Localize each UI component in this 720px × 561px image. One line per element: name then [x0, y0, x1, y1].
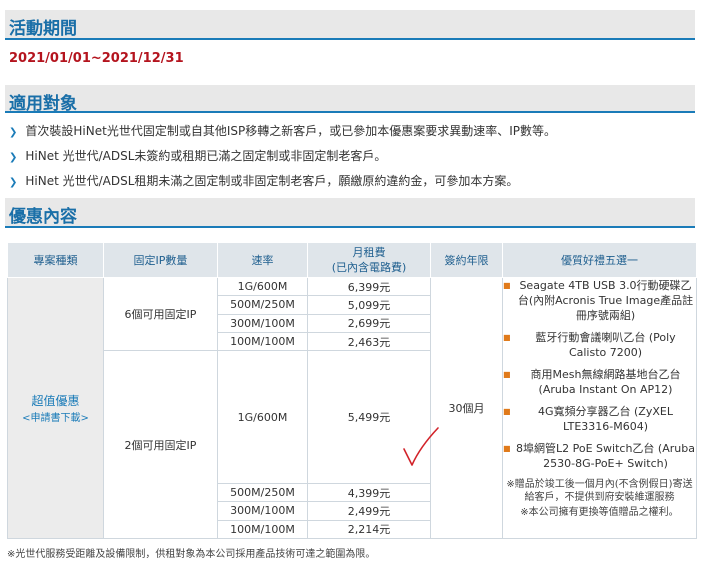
speed-cell: 300M/100M — [217, 501, 308, 521]
eligibility-item-text: HiNet 光世代/ADSL租期未滿之固定制或非固定制老客戶，願繳原約違約金，可… — [25, 174, 519, 188]
offer-table: 專案種類 固定IP數量 速率 月租費 (已內含電路費) 簽約年限 優質好禮五選一… — [7, 242, 697, 540]
plan-name: 超值優惠 — [31, 394, 80, 408]
ip-count-cell: 6個可用固定IP — [103, 276, 218, 352]
chevron-right-icon: ❯ — [9, 177, 18, 188]
header-monthly-fee: 月租費 (已內含電路費) — [307, 242, 431, 278]
fee-cell: 6,399元 — [307, 276, 431, 297]
eligibility-item-text: 首次裝設HiNet光世代固定制或自其他ISP移轉之新客戶，或已參加本優惠案要求異… — [25, 124, 556, 138]
speed-cell: 300M/100M — [217, 313, 308, 333]
header-fee-sublabel: (已內含電路費) — [331, 261, 407, 274]
ip-count-cell: 2個可用固定IP — [103, 350, 218, 539]
application-download-link[interactable]: <申請書下載> — [8, 409, 103, 424]
gift-item: ■ Seagate 4TB USB 3.0行動硬碟乙台(內附Acronis Tru… — [503, 278, 696, 323]
offer-title: 優惠內容 — [9, 207, 77, 227]
fee-cell: 5,099元 — [307, 295, 431, 315]
bullet-icon: ■ — [503, 444, 511, 453]
gift-note: ※贈品於竣工後一個月內(不含例假日)寄送給客戶，不提供到府安裝維運服務 — [506, 479, 693, 503]
header-speed: 速率 — [217, 242, 308, 278]
speed-cell: 100M/100M — [217, 331, 308, 352]
bullet-icon: ■ — [503, 370, 511, 379]
fee-cell: 4,399元 — [307, 482, 431, 503]
gift-text: 藍牙行動會議喇叭乙台 (Poly Calisto 7200) — [535, 331, 676, 359]
header-fee-label: 月租費 — [352, 246, 386, 259]
fee-cell: 2,214元 — [307, 519, 431, 540]
gift-item: ■ 4G寬頻分享器乙台 (ZyXEL LTE3316-M604) — [503, 404, 696, 434]
offer-section-header: 優惠內容 — [5, 198, 695, 228]
checkmark-annotation-icon — [403, 427, 439, 466]
footnote: ※光世代服務受距離及設備限制，供租對象為本公司採用產品技術可達之範圍為限。 — [7, 549, 376, 560]
eligibility-item-text: HiNet 光世代/ADSL未簽約或租期已滿之固定制或非固定制老客戶。 — [25, 149, 387, 163]
gift-item: ■ 藍牙行動會議喇叭乙台 (Poly Calisto 7200) — [503, 330, 696, 360]
eligibility-item: ❯ HiNet 光世代/ADSL租期未滿之固定制或非固定制老客戶，願繳原約違約金，… — [9, 172, 518, 189]
header-ip-count: 固定IP數量 — [103, 242, 218, 278]
fee-cell: 2,699元 — [307, 313, 431, 333]
eligibility-title: 適用對象 — [9, 94, 77, 114]
speed-cell: 500M/250M — [217, 295, 308, 315]
gift-text: 商用Mesh無線網路基地台乙台 (Aruba Instant On AP12) — [530, 368, 681, 396]
header-plan-type: 專案種類 — [7, 242, 104, 278]
gifts-cell: ■ Seagate 4TB USB 3.0行動硬碟乙台(內附Acronis Tru… — [502, 277, 697, 539]
fee-cell: 2,499元 — [307, 501, 431, 521]
period-dates: 2021/01/01~2021/12/31 — [9, 51, 184, 66]
gift-item: ■ 8埠網管L2 PoE Switch乙台 (Aruba 2530-8G-PoE+… — [503, 441, 696, 471]
eligibility-item: ❯ HiNet 光世代/ADSL未簽約或租期已滿之固定制或非固定制老客戶。 — [9, 147, 386, 164]
bullet-icon: ■ — [503, 281, 511, 290]
header-contract: 簽約年限 — [430, 242, 503, 278]
period-title: 活動期間 — [9, 19, 77, 39]
eligibility-section-header: 適用對象 — [5, 85, 695, 114]
speed-cell: 100M/100M — [217, 519, 308, 540]
speed-cell: 1G/600M — [217, 350, 308, 484]
gift-item: ■ 商用Mesh無線網路基地台乙台 (Aruba Instant On AP12) — [503, 367, 696, 397]
bullet-icon: ■ — [503, 333, 511, 342]
gift-text: 4G寬頻分享器乙台 (ZyXEL LTE3316-M604) — [538, 405, 673, 433]
contract-cell: 30個月 — [430, 277, 503, 539]
header-gifts: 優質好禮五選一 — [502, 242, 697, 278]
eligibility-item: ❯ 首次裝設HiNet光世代固定制或自其他ISP移轉之新客戶，或已參加本優惠案要求… — [9, 122, 556, 139]
bullet-icon: ■ — [503, 407, 511, 416]
chevron-right-icon: ❯ — [9, 152, 18, 163]
gift-text: 8埠網管L2 PoE Switch乙台 (Aruba 2530-8G-PoE+ … — [516, 442, 695, 470]
chevron-right-icon: ❯ — [9, 127, 18, 138]
period-section-header: 活動期間 — [5, 10, 695, 40]
plan-cell: 超值優惠 <申請書下載> — [7, 277, 104, 539]
table-header-row: 專案種類 固定IP數量 速率 月租費 (已內含電路費) 簽約年限 優質好禮五選一 — [7, 242, 697, 278]
gift-text: Seagate 4TB USB 3.0行動硬碟乙台(內附Acronis True… — [517, 279, 694, 322]
speed-cell: 1G/600M — [217, 276, 308, 297]
speed-cell: 500M/250M — [217, 482, 308, 503]
gift-note: ※本公司擁有更換等值贈品之權利。 — [520, 507, 679, 518]
table-row: 超值優惠 <申請書下載> 6個可用固定IP 1G/600M 6,399元 30個… — [7, 276, 697, 539]
fee-cell: 2,463元 — [307, 331, 431, 352]
